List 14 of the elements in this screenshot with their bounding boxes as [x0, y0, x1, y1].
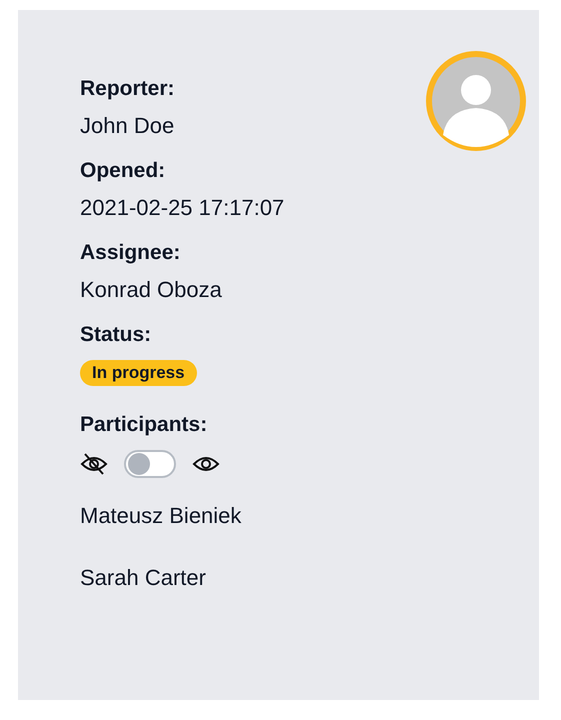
visibility-toggle[interactable]	[124, 450, 176, 478]
status-badge: In progress	[80, 360, 197, 386]
avatar-icon	[425, 50, 527, 152]
field-value: Konrad Oboza	[80, 276, 223, 304]
eye-off-icon	[80, 452, 108, 476]
participant-name: Sarah Carter	[80, 564, 207, 592]
field-value: John Doe	[80, 112, 176, 140]
field-value: 2021-02-25 17:17:07	[80, 194, 286, 222]
participant-name: Mateusz Bieniek	[80, 502, 242, 530]
field-label: Assignee:	[80, 240, 182, 266]
field-label: Participants:	[80, 412, 208, 438]
field-label: Opened:	[80, 158, 166, 184]
field-label: Reporter:	[80, 76, 176, 102]
field-label: Status:	[80, 322, 152, 348]
